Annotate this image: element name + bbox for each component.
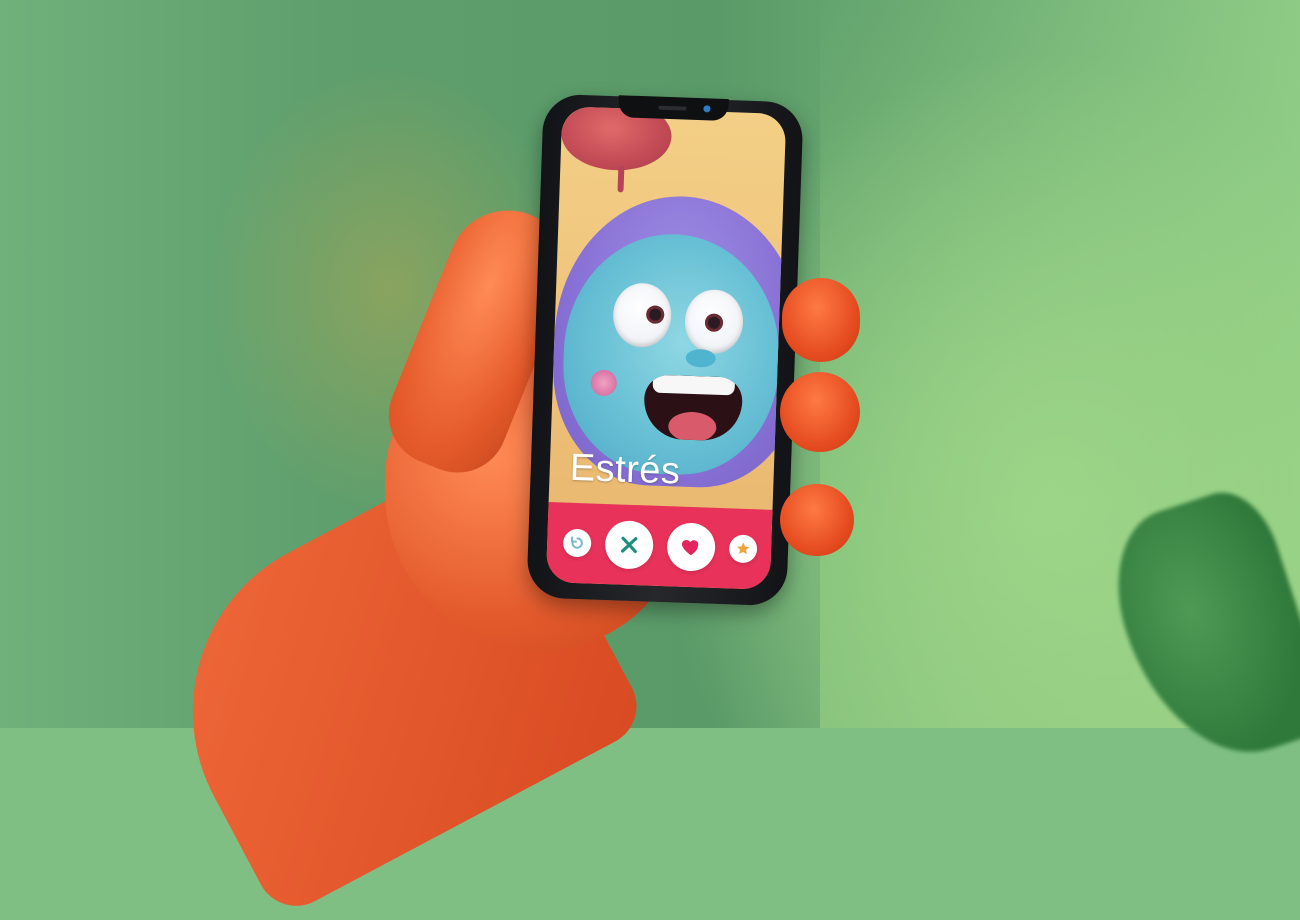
phone: Estrés: [526, 93, 804, 607]
x-icon: [618, 533, 641, 556]
character-tongue: [667, 411, 717, 442]
hand-finger-index: [782, 278, 860, 362]
superlike-button[interactable]: [728, 534, 758, 564]
action-bar: [545, 502, 773, 590]
like-button[interactable]: [666, 522, 716, 572]
character-right-pupil: [704, 313, 724, 333]
rewind-icon: [569, 535, 586, 552]
phone-notch: [618, 95, 729, 122]
hand-finger-ring: [780, 484, 854, 556]
rewind-button[interactable]: [562, 528, 592, 558]
character-teeth: [652, 374, 736, 396]
balloon-string: [617, 166, 625, 193]
character-left-pupil: [645, 305, 665, 324]
speaker: [658, 105, 687, 111]
hand-finger-middle: [780, 372, 860, 452]
nope-button[interactable]: [604, 520, 655, 570]
phone-screen: Estrés: [545, 106, 787, 590]
profile-name: Estrés: [569, 446, 682, 493]
front-camera: [703, 105, 711, 113]
star-icon: [735, 541, 752, 558]
heart-icon: [680, 536, 703, 559]
